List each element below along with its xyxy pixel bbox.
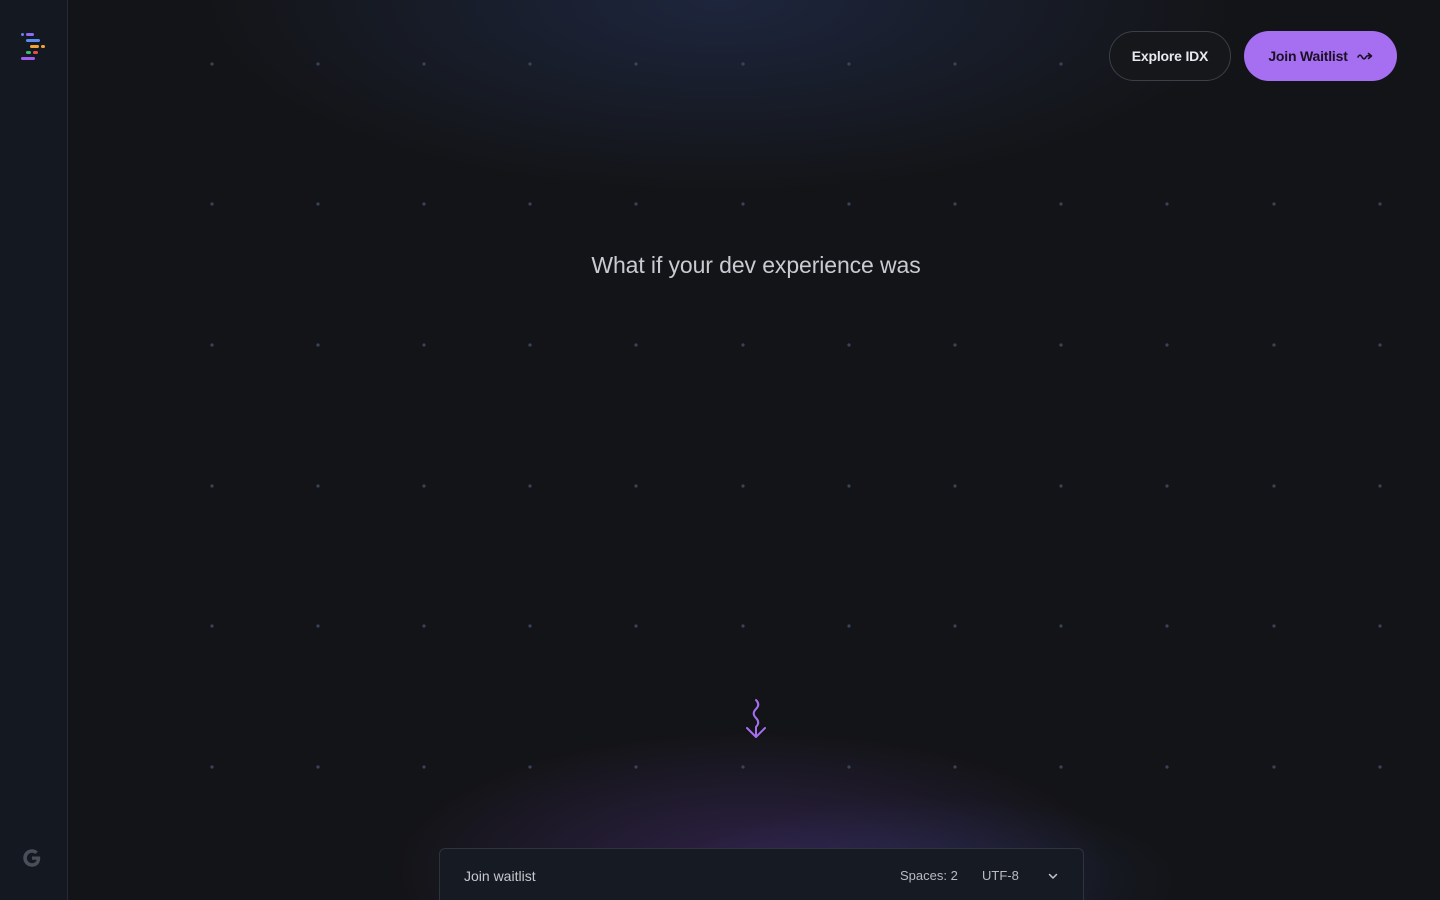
grid-dot (316, 343, 320, 347)
grid-dot (1165, 343, 1169, 347)
grid-dot (634, 202, 638, 206)
grid-dot (1272, 765, 1276, 769)
grid-dot (634, 343, 638, 347)
grid-dot (528, 202, 532, 206)
grid-dot (1165, 765, 1169, 769)
grid-dot (528, 484, 532, 488)
grid-dot (528, 62, 532, 66)
join-waitlist-button[interactable]: Join Waitlist (1244, 31, 1397, 81)
grid-dot (1378, 343, 1382, 347)
grid-dot (741, 765, 745, 769)
grid-dot (634, 62, 638, 66)
grid-dot (1272, 343, 1276, 347)
status-bar: Join waitlist Spaces: 2 UTF-8 (439, 848, 1084, 900)
left-rail (0, 0, 68, 900)
grid-dot (1272, 484, 1276, 488)
grid-dot (210, 343, 214, 347)
grid-dot (847, 343, 851, 347)
grid-dot (1378, 202, 1382, 206)
squiggle-arrow-right-icon (1356, 52, 1372, 60)
grid-dot (1165, 624, 1169, 628)
grid-dot (741, 484, 745, 488)
grid-dot (210, 765, 214, 769)
idx-logo-icon[interactable] (20, 31, 48, 63)
dot-grid-background (210, 62, 1382, 769)
grid-dot (210, 484, 214, 488)
grid-dot (1378, 484, 1382, 488)
grid-dot (1165, 484, 1169, 488)
grid-dot (847, 62, 851, 66)
grid-dot (953, 765, 957, 769)
grid-dot (953, 484, 957, 488)
google-g-icon (23, 849, 41, 867)
explore-idx-label: Explore IDX (1131, 48, 1209, 64)
grid-dot (528, 343, 532, 347)
grid-dot (1272, 624, 1276, 628)
grid-dot (528, 765, 532, 769)
grid-dot (741, 202, 745, 206)
grid-dot (741, 62, 745, 66)
grid-dot (634, 624, 638, 628)
join-waitlist-status-label[interactable]: Join waitlist (464, 868, 536, 884)
grid-dot (953, 624, 957, 628)
spaces-indicator[interactable]: Spaces: 2 (900, 868, 958, 883)
grid-dot (634, 765, 638, 769)
grid-dot (847, 765, 851, 769)
grid-dot (316, 62, 320, 66)
hero-headline: What if your dev experience was (591, 252, 921, 278)
grid-dot (847, 624, 851, 628)
grid-dot (316, 202, 320, 206)
page: Explore IDX Join Waitlist What if your d… (0, 0, 1440, 900)
grid-dot (1378, 765, 1382, 769)
grid-dot (422, 202, 426, 206)
chevron-down-icon[interactable] (1047, 870, 1059, 882)
grid-dot (210, 624, 214, 628)
grid-dot (316, 484, 320, 488)
grid-dot (1059, 765, 1063, 769)
grid-dot (210, 202, 214, 206)
grid-dot (953, 202, 957, 206)
grid-dot (422, 343, 426, 347)
grid-dot (422, 765, 426, 769)
grid-dot (741, 624, 745, 628)
grid-dot (953, 62, 957, 66)
join-waitlist-label: Join Waitlist (1268, 48, 1348, 64)
grid-dot (528, 624, 532, 628)
grid-dot (316, 624, 320, 628)
grid-dot (847, 202, 851, 206)
grid-dot (1378, 624, 1382, 628)
grid-dot (1059, 484, 1063, 488)
grid-dot (210, 62, 214, 66)
grid-dot (741, 343, 745, 347)
grid-dot (422, 624, 426, 628)
grid-dot (422, 484, 426, 488)
grid-dot (316, 765, 320, 769)
grid-dot (847, 484, 851, 488)
grid-dot (1059, 624, 1063, 628)
squiggle-arrow-down-icon[interactable] (744, 698, 770, 740)
grid-dot (634, 484, 638, 488)
grid-dot (1059, 343, 1063, 347)
grid-dot (1272, 202, 1276, 206)
grid-dot (422, 62, 426, 66)
grid-dot (953, 343, 957, 347)
grid-dot (1059, 202, 1063, 206)
encoding-indicator[interactable]: UTF-8 (982, 868, 1019, 883)
grid-dot (1059, 62, 1063, 66)
explore-idx-button[interactable]: Explore IDX (1109, 31, 1231, 81)
grid-dot (1165, 202, 1169, 206)
